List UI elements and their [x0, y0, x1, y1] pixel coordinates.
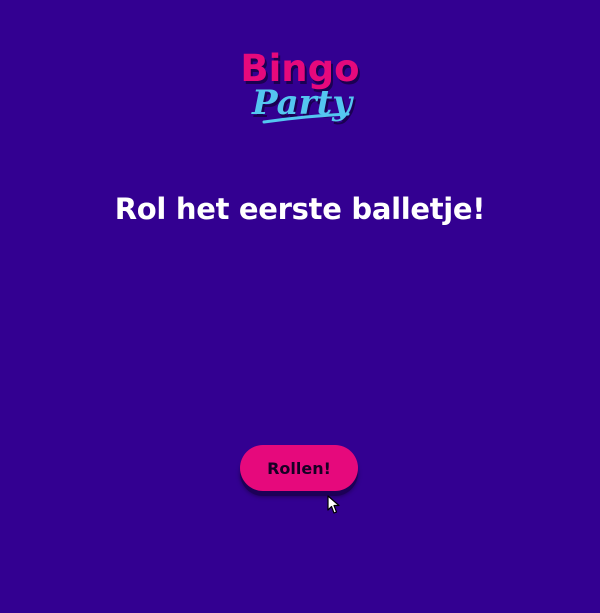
bingo-party-logo: Bingo Bingo Party Party [236, 44, 364, 126]
headline: Rol het eerste balletje! [114, 192, 486, 226]
roll-button[interactable]: Rollen! [240, 445, 358, 491]
mouse-pointer-icon [327, 495, 341, 515]
